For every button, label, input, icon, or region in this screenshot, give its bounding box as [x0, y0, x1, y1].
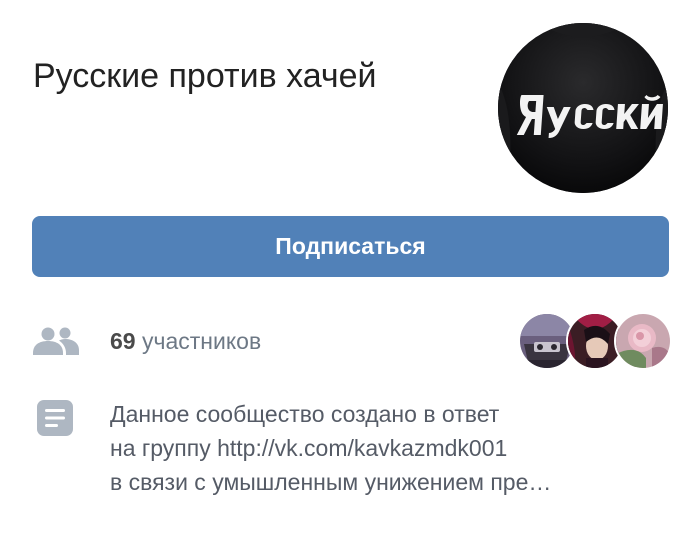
- document-icon: [37, 400, 73, 436]
- group-avatar-image: [498, 23, 668, 193]
- group-avatar[interactable]: [498, 23, 668, 193]
- member-avatars[interactable]: [518, 310, 672, 372]
- description-line: на группу http://vk.com/kavkazmdk001: [110, 435, 508, 461]
- members-label: участников: [141, 328, 262, 354]
- description-row[interactable]: Данное сообщество создано в ответ на гру…: [0, 395, 700, 515]
- member-avatar-3[interactable]: [614, 312, 672, 370]
- subscribe-button[interactable]: Подписаться: [32, 216, 669, 277]
- description-text[interactable]: Данное сообщество создано в ответ на гру…: [110, 397, 670, 499]
- people-icon: [33, 327, 79, 355]
- members-count-text[interactable]: 69 участников: [110, 328, 261, 355]
- group-title: Русские против хачей: [33, 57, 377, 95]
- group-page: Русские против хачей Подписаться 69 учас…: [0, 0, 700, 538]
- description-line: Данное сообщество создано в ответ: [110, 401, 500, 427]
- description-line: в связи с умышленным унижением пре…: [110, 469, 552, 495]
- members-count: 69: [110, 328, 136, 354]
- members-row[interactable]: 69 участников: [0, 310, 700, 372]
